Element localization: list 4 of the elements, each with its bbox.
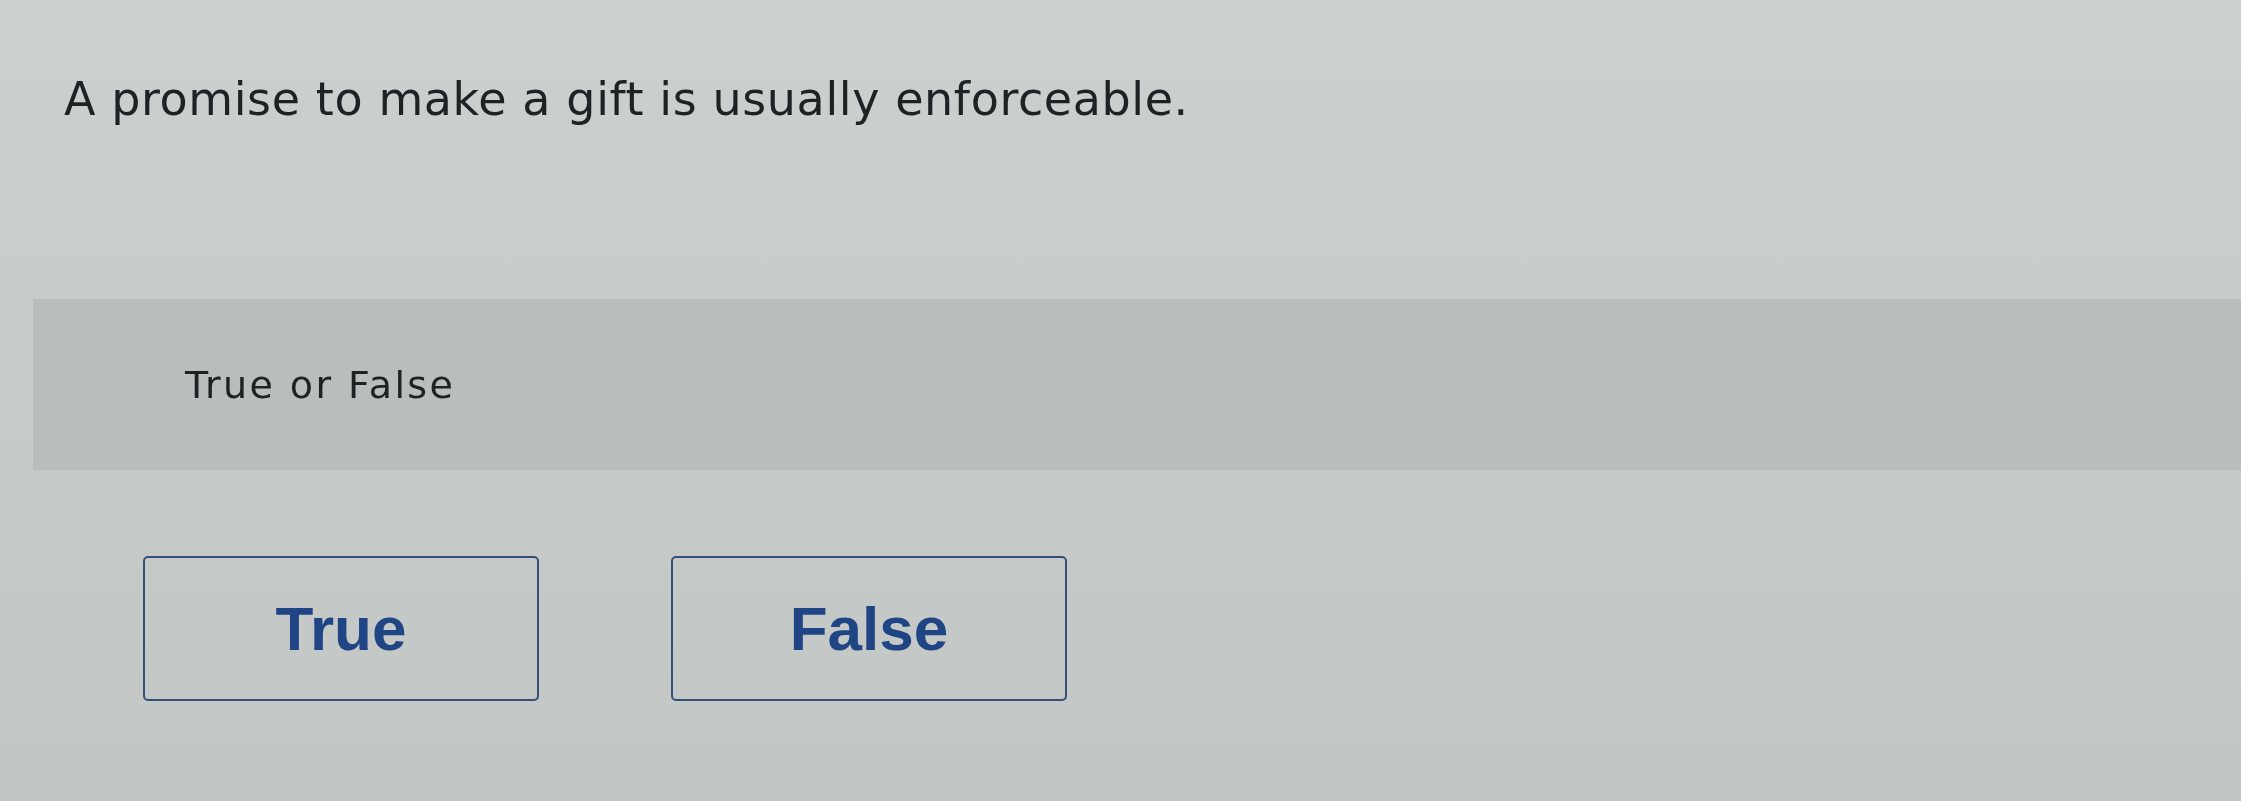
answer-option-button[interactable]: False [671, 556, 1067, 701]
question-text: A promise to make a gift is usually enforceable. [64, 72, 1189, 126]
answer-option-button[interactable]: True [143, 556, 539, 701]
question-type-label: True or False [185, 361, 456, 408]
